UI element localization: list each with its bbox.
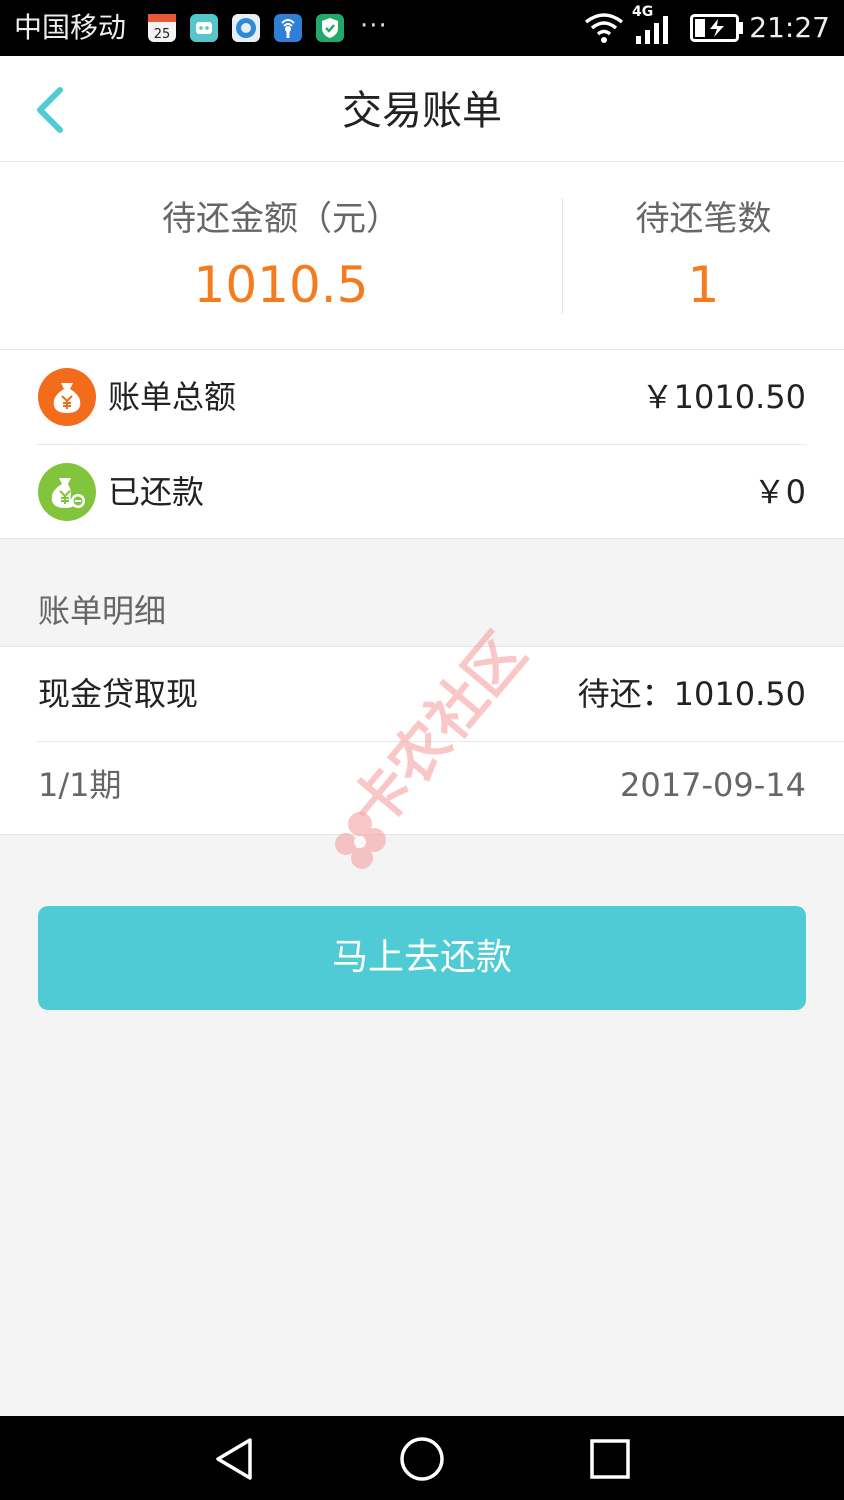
pending-count-value: 1: [687, 256, 720, 314]
bill-detail-section-title: 账单明细: [38, 592, 167, 630]
status-bar: 中国移动 25 ··· 4G 21:27: [0, 0, 844, 56]
calendar-icon: 25: [148, 14, 176, 42]
bill-detail-item[interactable]: 现金贷取现 待还：1010.50 1/1期 2017-09-14: [0, 646, 844, 835]
svg-text:25: 25: [154, 27, 171, 42]
bill-detail-period-row: 1/1期 2017-09-14: [0, 742, 844, 836]
repaid-row: 已还款 ￥0: [0, 445, 844, 539]
recent-apps-square-icon[interactable]: [584, 1434, 636, 1484]
money-bag-icon: [38, 368, 96, 426]
system-navigation-bar: [0, 1416, 844, 1500]
browser-icon: [232, 14, 260, 42]
home-circle-icon[interactable]: [396, 1434, 448, 1484]
repay-now-button[interactable]: 马上去还款: [38, 906, 806, 1010]
more-notifications-indicator: ···: [360, 11, 388, 41]
bill-item-name: 现金贷取现: [38, 675, 199, 713]
bill-item-pending-amount: 待还：1010.50: [577, 675, 806, 713]
pending-count-block: 待还笔数 1: [563, 162, 844, 350]
repaid-money-bag-icon: [38, 463, 96, 521]
bill-total-label: 账单总额: [108, 378, 237, 416]
pending-amount-label: 待还金额（元）: [162, 199, 400, 239]
pending-amount-block: 待还金额（元） 1010.5: [0, 162, 562, 350]
bill-overview: 账单总额 ￥1010.50 已还款 ￥0: [0, 350, 844, 539]
bill-detail-header-row: 现金贷取现 待还：1010.50: [0, 647, 844, 741]
pending-count-label: 待还笔数: [635, 199, 772, 239]
repayment-summary: 待还金额（元） 1010.5 待还笔数 1: [0, 162, 844, 350]
back-triangle-icon[interactable]: [208, 1434, 260, 1484]
carrier-name: 中国移动: [14, 11, 127, 44]
app-header: 交易账单: [0, 56, 844, 162]
chat-bot-icon: [190, 14, 218, 42]
page-title: 交易账单: [342, 88, 502, 134]
repaid-value: ￥0: [753, 473, 806, 511]
shield-icon: [316, 14, 344, 42]
bill-due-date: 2017-09-14: [620, 766, 806, 804]
pending-amount-value: 1010.5: [193, 256, 369, 314]
bill-installment-period: 1/1期: [38, 766, 122, 804]
bill-total-row: 账单总额 ￥1010.50: [0, 350, 844, 444]
wifi-icon: [584, 13, 624, 43]
wifi-hotspot-icon: [274, 14, 302, 42]
bill-total-value: ￥1010.50: [641, 378, 806, 416]
battery-charging-icon: [690, 14, 743, 42]
signal-strength-icon: [636, 16, 668, 44]
repaid-label: 已还款: [108, 473, 205, 511]
clock: 21:27: [749, 11, 830, 44]
